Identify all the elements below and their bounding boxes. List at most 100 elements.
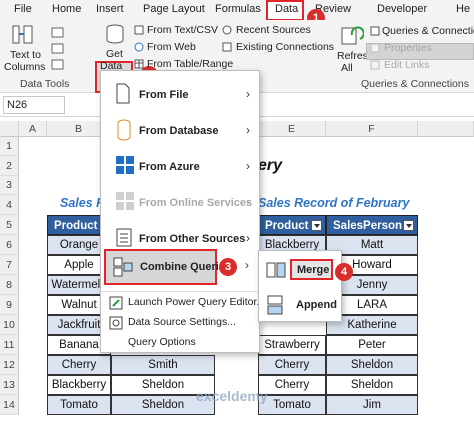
web-icon [134, 42, 144, 52]
queries-icon [370, 26, 380, 36]
menu-item-from-database[interactable]: From Database › [101, 113, 259, 149]
data-tools-icons [51, 27, 64, 70]
edit-links[interactable]: Edit Links [384, 59, 430, 71]
table-cell: Cherry [258, 375, 326, 395]
row-header[interactable]: 6 [0, 235, 19, 255]
column-header-e[interactable]: E [258, 121, 326, 137]
right-header-product-label: Product [265, 220, 309, 232]
tab-help[interactable]: He [456, 3, 470, 15]
tab-page-layout[interactable]: Page Layout [143, 3, 205, 15]
database-icon [117, 119, 131, 141]
table-cell: Sheldon [326, 375, 418, 395]
tab-data[interactable]: Data [275, 3, 298, 15]
tab-developer[interactable]: Developer [377, 3, 427, 15]
row-header[interactable]: 13 [0, 375, 19, 395]
menu-item-label: From Azure [139, 161, 200, 173]
properties[interactable]: Properties [384, 42, 432, 54]
combine-queries-icon [113, 257, 133, 277]
recent-sources[interactable]: Recent Sources [236, 24, 311, 36]
right-table-header-product: Product [258, 215, 326, 235]
table-cell: Sheldon [326, 355, 418, 375]
filter-dropdown-icon[interactable] [311, 220, 322, 231]
get-data-menu: From File › From Database › From Azure ›… [100, 70, 265, 353]
from-web[interactable]: From Web [147, 41, 196, 53]
table-cell: Smith [111, 355, 215, 375]
table-row: Tomato [47, 395, 111, 415]
watermark-logo: exceldemy [196, 388, 268, 404]
chevron-right-icon: › [246, 123, 250, 137]
chevron-right-icon: › [246, 231, 250, 245]
column-header-a[interactable]: A [19, 121, 47, 137]
existing-connections[interactable]: Existing Connections [236, 41, 334, 53]
left-header-label: Product [54, 220, 98, 232]
column-header-g[interactable] [418, 121, 474, 137]
select-all-corner[interactable] [0, 121, 19, 137]
row-header[interactable]: 11 [0, 335, 19, 355]
table-cell: Jim [326, 395, 418, 415]
tab-file[interactable]: File [14, 3, 32, 15]
page-title: ery [258, 157, 283, 174]
table-cell: Peter [326, 335, 418, 355]
row-header[interactable]: 2 [0, 156, 19, 176]
data-tools-group-label: Data Tools [20, 78, 70, 90]
row-header[interactable]: 5 [0, 215, 19, 235]
filter-dropdown-icon[interactable] [403, 220, 414, 231]
tab-formulas[interactable]: Formulas [215, 3, 261, 15]
row-header[interactable]: 3 [0, 176, 19, 195]
menu-item-label: Combine Queries [140, 261, 232, 273]
queries-connections-group-label: Queries & Connections [361, 78, 469, 90]
other-sources-icon [116, 228, 132, 247]
step-badge-4: 4 [335, 263, 353, 281]
edit-links-icon [370, 60, 380, 70]
row-header[interactable]: 1 [0, 137, 19, 156]
menu-item-combine-queries[interactable]: Combine Queries [104, 249, 231, 285]
submenu-item-append[interactable]: Append [296, 299, 337, 311]
append-icon [267, 295, 283, 315]
row-header[interactable]: 4 [0, 195, 19, 215]
chevron-right-icon: › [246, 87, 250, 101]
menu-item-label: Data Source Settings... [128, 316, 236, 328]
row-header[interactable]: 7 [0, 255, 19, 275]
menu-item-from-online-services[interactable]: From Online Services › [101, 185, 259, 221]
row-header[interactable]: 14 [0, 395, 19, 415]
text-csv-icon [134, 25, 144, 35]
properties-icon [370, 43, 380, 53]
table-row: Cherry [47, 355, 111, 375]
menu-item-from-file[interactable]: From File › [101, 77, 259, 113]
submenu-item-merge[interactable]: Merge [290, 259, 333, 280]
database-icon [106, 24, 124, 44]
file-icon [116, 83, 130, 104]
right-table-title: Sales Record of February [258, 196, 410, 210]
existing-connections-icon [222, 42, 232, 52]
column-header-f[interactable]: F [326, 121, 418, 137]
menu-item-label: From Other Sources [139, 233, 246, 245]
from-table-range[interactable]: From Table/Range [147, 58, 233, 70]
tab-home[interactable]: Home [52, 3, 81, 15]
text-to-columns-label-1[interactable]: Text to [10, 49, 41, 61]
row-header[interactable]: 8 [0, 275, 19, 295]
menu-divider [101, 291, 259, 292]
menu-item-launch-power-query-editor[interactable]: Launch Power Query Editor... [101, 293, 265, 312]
row-header[interactable]: 9 [0, 295, 19, 315]
row-header[interactable]: 12 [0, 355, 19, 375]
left-table-title: Sales R [60, 196, 106, 210]
table-row: Blackberry [47, 375, 111, 395]
get-data-label-1[interactable]: Get [106, 48, 123, 60]
online-services-icon [116, 192, 134, 210]
menu-item-from-azure[interactable]: From Azure › [101, 149, 259, 185]
from-text-csv[interactable]: From Text/CSV [147, 24, 218, 36]
tab-insert[interactable]: Insert [96, 3, 124, 15]
all-label[interactable]: All [341, 62, 353, 74]
text-to-columns-label-2[interactable]: Columns [4, 61, 45, 73]
row-header[interactable]: 10 [0, 315, 19, 335]
refresh-icon [341, 26, 364, 45]
menu-item-data-source-settings[interactable]: Data Source Settings... [101, 313, 259, 332]
queries-connections-btn-label[interactable]: Queries & Connections [382, 25, 474, 37]
right-header-salesperson-label: SalesPerson [333, 220, 403, 232]
recent-sources-icon [222, 25, 232, 35]
name-box[interactable]: N26 [3, 96, 65, 114]
right-table-header-salesperson: SalesPerson [326, 215, 418, 235]
menu-item-label: From Online Services [139, 197, 253, 209]
menu-item-query-options[interactable]: Query Options [101, 333, 259, 352]
table-cell: Strawberry [258, 335, 326, 355]
